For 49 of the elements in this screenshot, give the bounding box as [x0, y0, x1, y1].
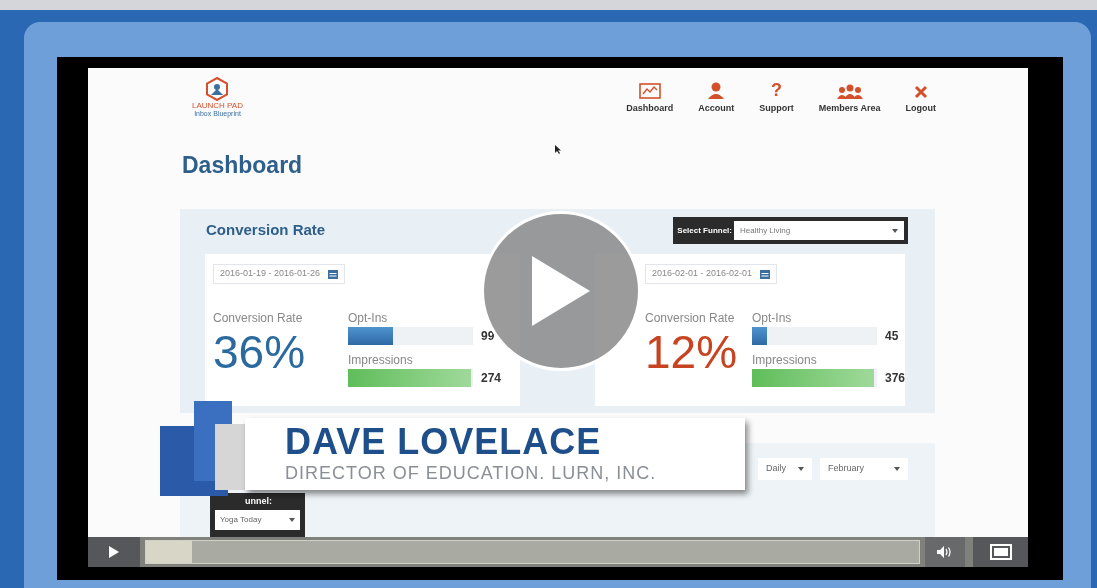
question-icon: ?: [771, 80, 783, 99]
nav-link[interactable]: Members Area: [818, 82, 881, 116]
speaker-icon: [937, 546, 953, 559]
bar-value: 45: [884, 327, 899, 345]
calendar-icon: [328, 268, 339, 279]
impressions-label: Impressions: [751, 351, 818, 369]
calendar-icon: [760, 268, 771, 279]
caret-icon: [892, 228, 898, 233]
dropdown[interactable]: Daily: [758, 457, 812, 480]
speaker-name: DAVE LOVELACE: [285, 422, 603, 462]
date-range-field[interactable]: 2016-02-01 - 2016-02-01: [645, 263, 778, 284]
volume-button[interactable]: [925, 537, 965, 567]
date-range-field[interactable]: 2016-01-19 - 2016-01-26: [213, 263, 346, 284]
dropdown[interactable]: February: [820, 457, 908, 480]
rate-label: Conversion Rate: [645, 309, 736, 327]
panel-title: Conversion Rate: [206, 220, 326, 241]
play-button[interactable]: [88, 537, 140, 567]
logo-icon: [206, 77, 229, 102]
impressions-label: Impressions: [348, 351, 414, 369]
rate-value: 12%: [645, 326, 739, 377]
funnel-select[interactable]: Select Funnel: Healthy Living: [673, 217, 908, 245]
fullscreen-icon: [989, 544, 1012, 561]
funnel-select[interactable]: unnel: Yoga Today: [210, 492, 305, 538]
chart-icon: [638, 82, 661, 99]
speaker-role: DIRECTOR OF EDUCATION. LURN, INC.: [285, 462, 658, 484]
caret-icon: [798, 466, 804, 471]
group-icon: [836, 82, 863, 99]
nav-link[interactable]: Logout: [905, 84, 936, 116]
bar-value: 376: [884, 369, 905, 387]
bar-value: 99: [481, 327, 495, 345]
rate-label: Conversion Rate: [213, 309, 304, 327]
caret-icon: [894, 466, 900, 471]
fullscreen-button[interactable]: [973, 537, 1028, 567]
progress-track[interactable]: [145, 540, 920, 564]
page-title: Dashboard: [182, 150, 303, 180]
logo-title: LAUNCH PAD: [192, 101, 243, 111]
nav-link[interactable]: Dashboard: [626, 82, 674, 116]
person-icon: [707, 80, 726, 99]
play-icon: [532, 256, 590, 326]
optins-label: Opt-Ins: [751, 309, 793, 327]
optins-label: Opt-Ins: [348, 309, 389, 327]
nav-link[interactable]: ? Support: [759, 80, 794, 116]
cursor-icon: [555, 145, 561, 154]
caret-icon: [289, 518, 295, 523]
nav-link[interactable]: Account: [698, 80, 735, 116]
rate-value: 36%: [213, 326, 307, 377]
bar-value: 274: [481, 369, 502, 387]
close-icon: [913, 84, 928, 99]
play-icon: [109, 546, 119, 559]
